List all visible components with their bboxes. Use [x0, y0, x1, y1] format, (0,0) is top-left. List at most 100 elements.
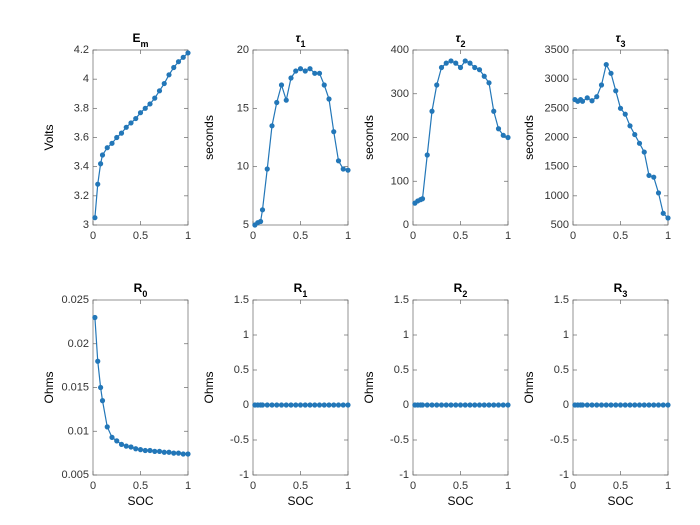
y-tick-label: -1 [559, 469, 569, 481]
data-marker [439, 65, 443, 69]
x-tick-label: 1 [505, 480, 511, 492]
y-tick-label: 0 [403, 399, 409, 411]
data-marker [124, 125, 128, 129]
x-axis-label: SOC [607, 494, 633, 508]
y-tick-label: 3.2 [74, 190, 89, 202]
data-marker [303, 403, 307, 407]
y-tick-label: 0.5 [554, 364, 569, 376]
chart-title: τ3 [616, 31, 626, 49]
y-tick-label: -1 [239, 469, 249, 481]
data-marker [444, 403, 448, 407]
figure-grid: Em33.23.43.63.844.200.51Voltsτ1510152000… [0, 0, 700, 525]
y-tick-label: 1 [563, 329, 569, 341]
data-marker [129, 445, 133, 449]
y-tick-label: 4.2 [74, 44, 89, 56]
y-tick-label: 20 [237, 44, 249, 56]
x-tick-label: 0.5 [613, 480, 628, 492]
data-line [415, 61, 508, 203]
chart-title: τ2 [456, 31, 466, 49]
y-tick-label: 0.02 [68, 338, 89, 350]
data-marker [298, 67, 302, 71]
x-tick-label: 0 [410, 230, 416, 242]
data-marker [341, 403, 345, 407]
data-marker [153, 449, 157, 453]
data-marker [308, 403, 312, 407]
y-tick-label: 3.4 [74, 161, 89, 173]
data-marker [652, 403, 656, 407]
data-marker [93, 315, 97, 319]
data-marker [487, 403, 491, 407]
data-marker [322, 83, 326, 87]
data-marker [110, 435, 114, 439]
data-marker [647, 173, 651, 177]
data-marker [595, 403, 599, 407]
data-marker [134, 447, 138, 451]
data-marker [633, 132, 637, 136]
data-marker [332, 403, 336, 407]
data-marker [148, 448, 152, 452]
data-marker [585, 96, 589, 100]
y-tick-label: 0.025 [61, 294, 89, 306]
data-marker [176, 451, 180, 455]
x-tick-label: 1 [185, 230, 191, 242]
y-tick-label: 3000 [545, 73, 569, 85]
data-marker [341, 167, 345, 171]
y-tick-label: 3 [83, 219, 89, 231]
y-tick-label: 0 [403, 219, 409, 231]
data-marker [186, 51, 190, 55]
data-marker [167, 450, 171, 454]
data-marker [270, 124, 274, 128]
data-marker [119, 442, 123, 446]
data-marker [420, 403, 424, 407]
data-marker [590, 403, 594, 407]
data-marker [585, 403, 589, 407]
data-marker [492, 403, 496, 407]
data-marker [430, 403, 434, 407]
data-marker [506, 135, 510, 139]
y-tick-label: 0.015 [61, 382, 89, 394]
y-axis-label: seconds [202, 115, 216, 160]
data-marker [138, 448, 142, 452]
data-marker [96, 359, 100, 363]
data-marker [134, 116, 138, 120]
data-marker [647, 403, 651, 407]
data-marker [599, 83, 603, 87]
chart-panel: Em33.23.43.63.844.200.51Volts [35, 20, 195, 270]
x-tick-label: 0 [250, 230, 256, 242]
data-marker [336, 403, 340, 407]
y-axis-label: Ohms [522, 371, 536, 403]
data-marker [162, 450, 166, 454]
data-marker [618, 106, 622, 110]
data-marker [454, 61, 458, 65]
chart-panel: τ2010020030040000.51seconds [355, 20, 515, 270]
chart-title: Em [132, 31, 148, 49]
data-marker [322, 403, 326, 407]
data-marker [186, 452, 190, 456]
data-line [95, 53, 188, 218]
y-tick-label: 200 [391, 132, 409, 144]
data-marker [482, 74, 486, 78]
x-tick-label: 0 [90, 480, 96, 492]
data-marker [439, 403, 443, 407]
x-tick-label: 0 [570, 480, 576, 492]
data-marker [506, 403, 510, 407]
y-axis-label: Ohms [42, 371, 56, 403]
data-marker [618, 403, 622, 407]
data-marker [482, 403, 486, 407]
y-tick-label: 1 [403, 329, 409, 341]
data-marker [425, 403, 429, 407]
data-marker [172, 65, 176, 69]
data-marker [327, 403, 331, 407]
data-marker [167, 73, 171, 77]
data-marker [473, 403, 477, 407]
x-tick-label: 0.5 [453, 230, 468, 242]
data-marker [279, 83, 283, 87]
data-marker [115, 439, 119, 443]
data-marker [96, 182, 100, 186]
data-marker [420, 197, 424, 201]
y-tick-label: 0.005 [61, 469, 89, 481]
data-marker [430, 109, 434, 113]
data-marker [294, 69, 298, 73]
data-marker [176, 60, 180, 64]
chart-title: R2 [454, 281, 468, 299]
